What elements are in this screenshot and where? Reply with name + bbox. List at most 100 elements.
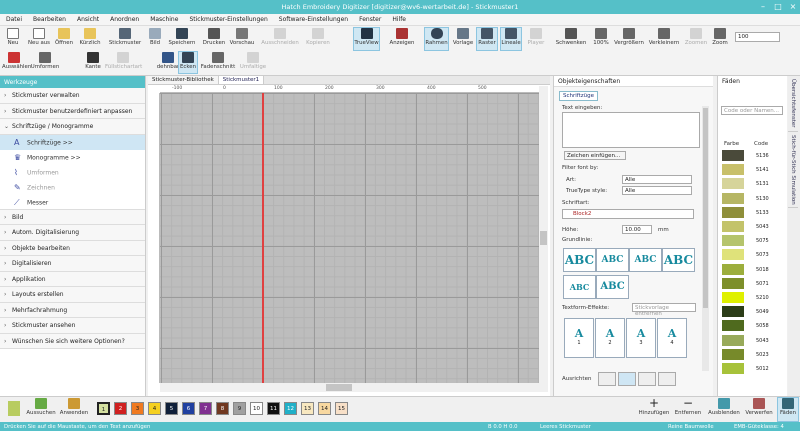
palette-color-12[interactable]: 12 [284, 402, 297, 415]
thread-row[interactable]: 5075 [720, 235, 786, 247]
palette-color-13[interactable]: 13 [301, 402, 314, 415]
scroll-thumb[interactable] [540, 231, 547, 245]
thread-row[interactable]: 5133 [720, 206, 786, 218]
menu-hilfe[interactable]: Hilfe [386, 14, 411, 23]
zoom-in-button[interactable]: Vergrößern [614, 28, 644, 46]
thread-row[interactable]: 5023 [720, 348, 786, 360]
trim-button[interactable]: Fadenschnitt [200, 52, 236, 70]
zoom-button[interactable]: Zoom [710, 28, 730, 46]
stickmuster-button[interactable]: Stickmuster [108, 28, 142, 46]
recent-button[interactable]: Kürzlich [78, 28, 102, 46]
baseline-circle-cw[interactable]: ABC [596, 248, 629, 272]
palette-color-10[interactable]: 10 [250, 402, 263, 415]
effect-swatch-1[interactable]: A1 [564, 318, 594, 358]
align-right-button[interactable] [638, 372, 656, 386]
palette-color-3[interactable]: 3 [131, 402, 144, 415]
baseline-straight[interactable]: ABC [563, 248, 596, 272]
props-scrollbar[interactable] [702, 106, 709, 371]
tab-overview[interactable]: Übersichtsfenster [788, 76, 798, 132]
remove-color-button[interactable]: − Entfernen [672, 397, 704, 416]
section-weitere-optionen[interactable]: › Wünschen Sie sich weitere Optionen? [0, 333, 145, 349]
pan-button[interactable]: Schwenken [555, 28, 587, 46]
zoom-out-button[interactable]: Verkleinern [647, 28, 681, 46]
section-layouts[interactable]: › Layouts erstellen [0, 287, 145, 303]
section-stickmuster-ansehen[interactable]: › Stickmuster ansehen [0, 318, 145, 334]
baseline-vertical[interactable]: ABC [563, 275, 596, 299]
copy-button[interactable]: Kopieren [303, 28, 333, 46]
thread-row[interactable]: 5210 [720, 292, 786, 303]
baseline-arc[interactable]: ABC [662, 248, 695, 272]
palette-color-1[interactable]: 1 [97, 402, 110, 415]
section-digitalisieren[interactable]: › Digitalisieren [0, 256, 145, 272]
hide-button[interactable]: Ausblenden [706, 398, 742, 416]
new-from-button[interactable]: Neu aus [26, 28, 52, 46]
fill-type-button[interactable]: Füllstichartart [105, 52, 142, 70]
tab-stickmuster1[interactable]: Stickmuster1 [218, 76, 265, 84]
current-color-swatch[interactable] [8, 401, 20, 416]
baseline-freeform[interactable]: ABC [596, 275, 629, 299]
section-autom-digitalisierung[interactable]: › Autom. Digitalisierung [0, 225, 145, 241]
discard-button[interactable]: Verwerfen [743, 398, 775, 416]
horizontal-scrollbar[interactable] [160, 383, 539, 392]
section-objekte-bearbeiten[interactable]: › Objekte bearbeiten [0, 240, 145, 256]
corners-button[interactable]: Ecken [178, 51, 198, 74]
section-applikation[interactable]: › Applikation [0, 271, 145, 287]
zoom-area-button[interactable]: Zoomen [684, 28, 708, 46]
menu-stickmuster-einstellungen[interactable]: Stickmuster-Einstellungen [183, 14, 272, 23]
section-bild[interactable]: › Bild [0, 209, 145, 225]
save-button[interactable]: Speichern [168, 28, 196, 46]
show-button[interactable]: Anzeigen [386, 28, 418, 46]
tab-simulation[interactable]: Stich-für-Stich Simulation [788, 132, 798, 209]
font-select[interactable]: Block2 [562, 209, 694, 219]
menu-software-einstellungen[interactable]: Software-Einstellungen [273, 14, 353, 23]
thread-row[interactable]: 5130 [720, 192, 786, 204]
minimize-button[interactable]: – [756, 2, 770, 12]
section-benutzerdefiniert[interactable]: › Stickmuster benutzerdefiniert anpassen [0, 103, 145, 119]
zoom-select[interactable]: 100 [735, 32, 780, 42]
thread-row[interactable]: 5058 [720, 320, 786, 332]
art-select[interactable]: Alle [622, 175, 692, 184]
fold-button[interactable]: Umfaltige [238, 52, 268, 70]
maximize-button[interactable]: □ [771, 2, 785, 12]
tool-messer[interactable]: ⟋ Messer [0, 194, 145, 210]
menu-ansicht[interactable]: Ansicht [71, 14, 104, 23]
thread-row[interactable]: 5136 [720, 150, 786, 161]
open-button[interactable]: Öffnen [53, 28, 75, 46]
align-left-button[interactable] [598, 372, 616, 386]
tab-library[interactable]: Stickmuster-Bibliothek [148, 76, 219, 84]
preview-button[interactable]: Vorschau [229, 28, 255, 46]
height-input[interactable]: 10.00 [622, 225, 652, 234]
rulers-button[interactable]: Lineale [500, 27, 522, 51]
truetype-select[interactable]: Alle [622, 186, 692, 195]
section-stickmuster-verwalten[interactable]: › Stickmuster verwalten [0, 88, 145, 104]
thread-row[interactable]: 5073 [720, 249, 786, 261]
menu-fenster[interactable]: Fenster [353, 14, 386, 23]
align-center-button[interactable] [618, 372, 636, 386]
text-input[interactable] [562, 112, 700, 148]
apply-color-button[interactable]: Anwenden [58, 398, 90, 416]
tool-schriftzuege[interactable]: A Schriftzüge >> [0, 134, 145, 150]
zoom-100-button[interactable]: 100% [591, 28, 611, 46]
stretch-button[interactable]: dehnbar [156, 52, 180, 70]
design-canvas[interactable] [160, 93, 539, 383]
palette-color-6[interactable]: 6 [182, 402, 195, 415]
tool-umformen[interactable]: ⌇ Umformen [0, 164, 145, 180]
vertical-scrollbar[interactable] [539, 86, 548, 392]
new-button[interactable]: Neu [4, 28, 22, 46]
palette-color-7[interactable]: 7 [199, 402, 212, 415]
thread-row[interactable]: 5141 [720, 164, 786, 176]
effect-swatch-4[interactable]: A4 [657, 318, 687, 358]
section-schriftzuege[interactable]: ⌄ Schriftzüge / Monogramme [0, 119, 145, 135]
thread-row[interactable]: 5131 [720, 178, 786, 190]
align-justify-button[interactable] [658, 372, 676, 386]
menu-maschine[interactable]: Maschine [144, 14, 183, 23]
palette-color-15[interactable]: 15 [335, 402, 348, 415]
menu-anordnen[interactable]: Anordnen [104, 14, 144, 23]
thread-row[interactable]: 5018 [720, 263, 786, 275]
baseline-circle-ccw[interactable]: ABC [629, 248, 662, 272]
select-button[interactable]: Auswählen [2, 52, 31, 70]
close-button[interactable]: × [786, 2, 800, 12]
add-color-button[interactable]: + Hinzufügen [637, 397, 671, 416]
section-mehrfachrahmung[interactable]: › Mehrfachrahmung [0, 302, 145, 318]
image-button[interactable]: Bild [146, 28, 164, 46]
